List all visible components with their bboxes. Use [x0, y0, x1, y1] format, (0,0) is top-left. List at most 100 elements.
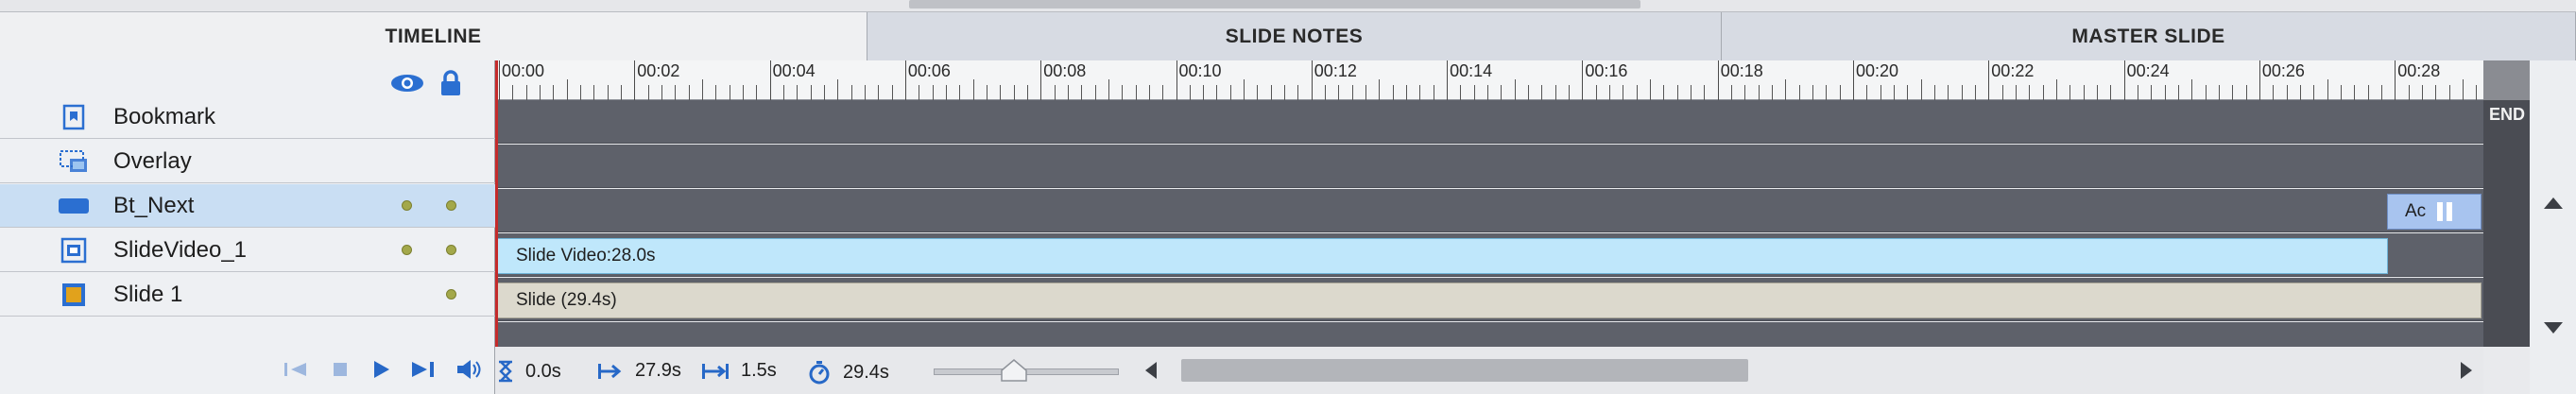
start-time-icon — [598, 363, 622, 379]
ruler-minor-tick — [1108, 79, 1109, 100]
resize-handle-icon[interactable] — [2447, 202, 2453, 221]
ruler-minor-tick — [1650, 79, 1652, 100]
ruler-major-tick — [1176, 60, 1177, 100]
ruler-minor-tick — [1203, 85, 1205, 100]
tab-master-slide[interactable]: MASTER SLIDE — [1722, 12, 2576, 60]
top-scrollbar-thumb[interactable] — [909, 0, 1640, 9]
time-ruler[interactable]: 00:00 00:02 00:04 00:06 00:08 00:10 00:12 00:14… — [495, 60, 2483, 100]
lock-icon[interactable] — [438, 70, 463, 96]
slide-video-bar[interactable]: Slide Video:28.0s — [496, 238, 2388, 274]
ruler-minor-tick — [1297, 85, 1299, 100]
visibility-toggle[interactable] — [402, 200, 412, 211]
vertical-scrollbar[interactable] — [2530, 60, 2576, 394]
ruler-minor-tick — [2069, 85, 2071, 100]
bt-next-bar[interactable]: Ac — [2387, 194, 2482, 230]
ruler-minor-tick — [1948, 85, 1949, 100]
ruler-minor-tick — [661, 85, 662, 100]
ruler-minor-tick — [2367, 85, 2369, 100]
ruler-minor-tick — [810, 85, 812, 100]
layer-row-bt-next[interactable]: Bt_Next — [0, 184, 495, 228]
ruler-major-tick — [2395, 60, 2396, 100]
ruler-minor-tick — [2408, 85, 2410, 100]
ruler-minor-tick — [2151, 85, 2153, 100]
track-slidevideo[interactable]: Slide Video:28.0s — [495, 233, 2483, 277]
scroll-left-icon[interactable] — [1143, 361, 1159, 380]
ruler-minor-tick — [2232, 85, 2234, 100]
top-scrollbar[interactable] — [0, 0, 2576, 12]
play-button[interactable] — [370, 346, 391, 393]
ruler-tick-label: 00:16 — [1585, 61, 1628, 80]
tab-timeline[interactable]: TIMELINE — [0, 12, 867, 60]
tab-slide-notes[interactable]: SLIDE NOTES — [867, 12, 1722, 60]
ruler-major-tick — [1853, 60, 1854, 100]
scroll-down-icon[interactable] — [2543, 321, 2564, 334]
start-time-readout: 27.9s — [597, 360, 681, 382]
audio-button[interactable] — [455, 346, 482, 393]
ruler-major-tick — [1311, 60, 1313, 100]
ruler-minor-tick — [2083, 85, 2085, 100]
ruler-minor-tick — [1244, 79, 1245, 100]
layer-row-slidevideo[interactable]: SlideVideo_1 — [0, 229, 495, 272]
layer-row-bookmark[interactable]: Bookmark — [0, 95, 495, 139]
ruler-minor-tick — [1067, 85, 1069, 100]
forward-icon — [412, 362, 434, 377]
visibility-toggle[interactable] — [402, 245, 412, 255]
resize-handle-icon[interactable] — [2437, 202, 2444, 221]
layer-row-overlay[interactable]: Overlay — [0, 140, 495, 183]
ruler-minor-tick — [2205, 85, 2207, 100]
ruler-minor-tick — [2110, 85, 2112, 100]
ruler-tick-label: 00:08 — [1043, 61, 1087, 80]
play-icon — [374, 361, 389, 378]
timeline-controls: 0.0s 27.9s 1.5s 29.4s — [495, 347, 2483, 394]
ruler-minor-tick — [1676, 85, 1678, 100]
playhead[interactable] — [495, 60, 498, 347]
layer-header — [0, 66, 495, 98]
layer-row-slide-1[interactable]: Slide 1 — [0, 273, 495, 317]
ruler-minor-tick — [1487, 85, 1489, 100]
ruler-minor-tick — [2273, 85, 2275, 100]
end-header — [2483, 60, 2530, 100]
slide-bar[interactable]: Slide (29.4s) — [496, 283, 2482, 318]
ruler-minor-tick — [945, 85, 947, 100]
track-overlay[interactable] — [495, 145, 2483, 188]
ruler-minor-tick — [1880, 85, 1881, 100]
ruler-minor-tick — [742, 85, 744, 100]
ruler-minor-tick — [1026, 85, 1028, 100]
ruler-minor-tick — [1595, 85, 1597, 100]
lock-toggle[interactable] — [446, 245, 456, 255]
ruler-tick-label: 00:28 — [2397, 61, 2441, 80]
eye-icon[interactable] — [389, 73, 425, 94]
ruler-minor-tick — [1528, 85, 1530, 100]
ruler-minor-tick — [1907, 85, 1909, 100]
rewind-button[interactable] — [283, 346, 308, 393]
ruler-minor-tick — [566, 79, 568, 100]
horizontal-scrollbar-thumb[interactable] — [1181, 359, 1748, 382]
ruler-minor-tick — [782, 85, 784, 100]
track-empty — [495, 322, 2483, 347]
scroll-up-icon[interactable] — [2543, 197, 2564, 210]
scroll-right-icon[interactable] — [2459, 361, 2474, 380]
ruler-tick-label: 00:12 — [1314, 61, 1357, 80]
stop-icon — [334, 363, 347, 376]
duration-icon — [702, 363, 729, 379]
ruler-minor-tick — [2164, 85, 2166, 100]
ruler-minor-tick — [1392, 85, 1394, 100]
rewind-icon — [284, 363, 306, 376]
track-bt-next[interactable]: Ac — [495, 189, 2483, 232]
ruler-tick-label: 00:24 — [2126, 61, 2170, 80]
lock-toggle[interactable] — [446, 200, 456, 211]
ruler-minor-tick — [1974, 85, 1976, 100]
ruler-minor-tick — [1122, 85, 1124, 100]
ruler-minor-tick — [1663, 85, 1665, 100]
ruler-minor-tick — [2055, 79, 2057, 100]
zoom-slider-thumb[interactable] — [1000, 359, 1028, 382]
ruler-minor-tick — [2313, 85, 2315, 100]
track-bookmark[interactable] — [495, 100, 2483, 144]
stop-button[interactable] — [331, 346, 350, 393]
track-slide-1[interactable]: Slide (29.4s) — [495, 278, 2483, 321]
forward-button[interactable] — [410, 346, 437, 393]
ruler-tick-label: 00:18 — [1720, 61, 1763, 80]
ruler-tick-label: 00:04 — [772, 61, 816, 80]
lock-toggle[interactable] — [446, 289, 456, 300]
ruler-minor-tick — [850, 85, 852, 100]
